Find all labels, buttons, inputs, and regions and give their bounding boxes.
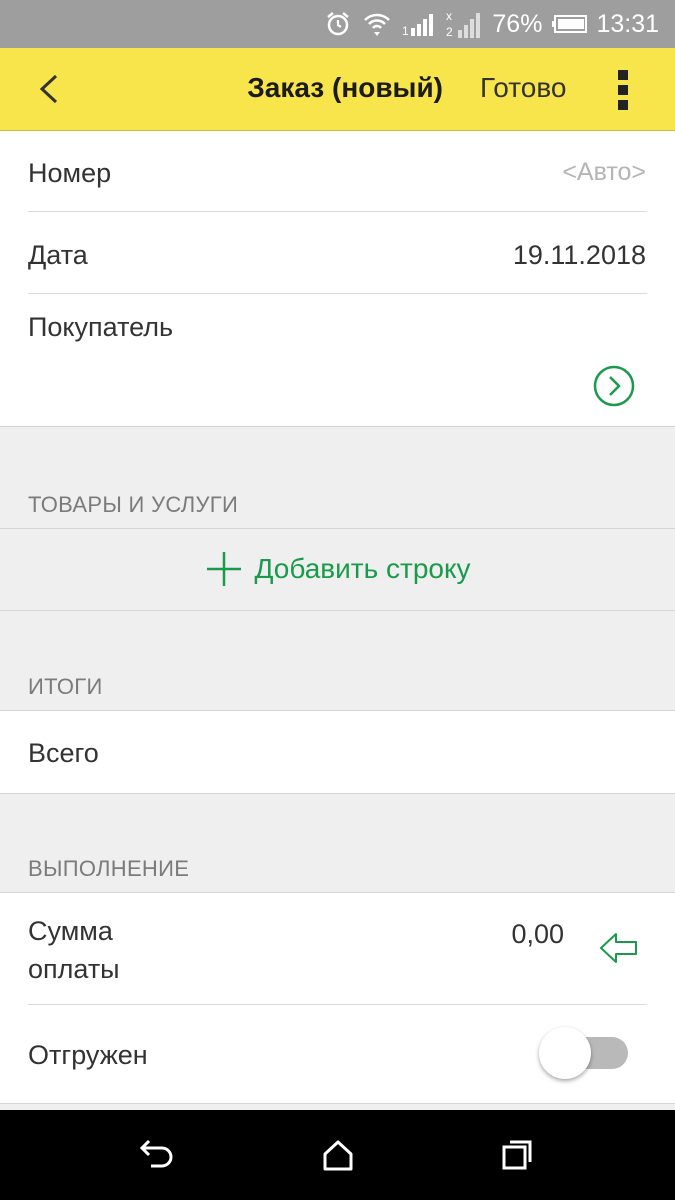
nav-back-button[interactable] <box>107 1110 207 1200</box>
divider <box>28 1004 647 1005</box>
shipped-label: Отгружен <box>28 1040 148 1070</box>
add-row-button[interactable]: Добавить строку <box>0 528 675 610</box>
date-field[interactable]: 19.11.2018 <box>513 240 646 271</box>
signal-1-icon: 1 <box>402 11 436 37</box>
more-menu-button[interactable] <box>612 68 636 112</box>
buyer-select-button[interactable] <box>590 362 638 410</box>
more-vert-icon <box>618 70 628 110</box>
chevron-right-circle-icon <box>593 365 635 407</box>
payment-label-line2: оплаты <box>28 954 120 984</box>
alarm-icon <box>324 10 352 38</box>
wifi-icon <box>362 10 392 38</box>
svg-text:2: 2 <box>446 25 453 39</box>
done-button[interactable]: Готово <box>480 72 566 104</box>
fulfillment-section-header: ВЫПОЛНЕНИЕ <box>28 856 190 881</box>
goods-section-header: ТОВАРЫ И УСЛУГИ <box>28 492 239 517</box>
status-bar: 1 x2 76% 13:31 <box>0 0 675 48</box>
arrow-left-outline-icon <box>600 933 637 963</box>
divider <box>28 211 647 212</box>
app-bar: Заказ (новый) Готово <box>0 48 675 131</box>
total-label: Всего <box>28 738 99 768</box>
back-chevron-icon <box>39 74 58 104</box>
plus-icon <box>207 552 242 586</box>
signal-2-icon: x2 <box>446 8 486 40</box>
nav-recents-button[interactable] <box>467 1110 567 1200</box>
payment-value[interactable]: 0,00 <box>511 919 564 950</box>
svg-text:x: x <box>446 9 452 23</box>
battery-icon <box>552 14 588 34</box>
shipped-toggle-thumb[interactable] <box>539 1027 591 1079</box>
number-label: Номер <box>28 158 112 188</box>
totals-section-header: ИТОГИ <box>28 674 103 699</box>
clock: 13:31 <box>596 9 659 38</box>
svg-text:1: 1 <box>402 24 409 37</box>
page-title: Заказ (новый) <box>247 72 443 103</box>
divider <box>0 426 675 427</box>
back-nav-icon <box>139 1139 173 1168</box>
payment-fill-button[interactable] <box>598 928 640 968</box>
divider <box>0 610 675 611</box>
home-icon <box>323 1140 353 1171</box>
totals-card <box>0 710 675 794</box>
back-button[interactable] <box>30 68 70 110</box>
payment-label-line1: Сумма <box>28 916 113 946</box>
recents-icon <box>502 1140 532 1170</box>
buyer-label: Покупатель <box>28 312 174 342</box>
add-row-label: Добавить строку <box>254 553 471 584</box>
battery-percent: 76% <box>492 9 543 38</box>
number-field[interactable]: <Авто> <box>562 158 646 187</box>
date-label: Дата <box>28 240 88 270</box>
nav-home-button[interactable] <box>288 1110 388 1200</box>
system-nav-bar <box>0 1110 675 1200</box>
divider <box>28 293 647 294</box>
